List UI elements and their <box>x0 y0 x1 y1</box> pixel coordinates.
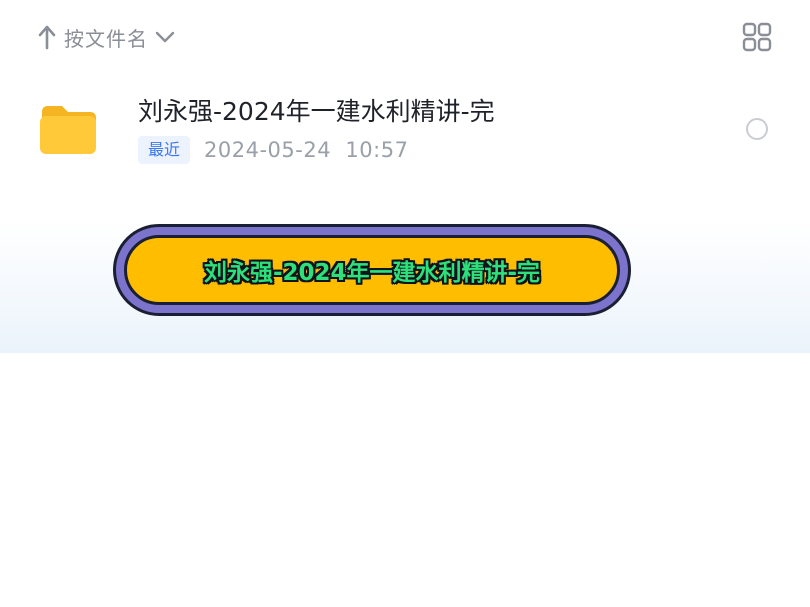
title-banner: 刘永强-2024年一建水利精讲-完 <box>113 224 631 316</box>
sort-label: 按文件名 <box>64 26 148 51</box>
title-banner-inner: 刘永强-2024年一建水利精讲-完 <box>124 235 620 305</box>
file-meta: 最近 2024-05-24 10:57 <box>138 136 408 164</box>
recent-badge: 最近 <box>138 136 191 164</box>
grid-view-icon[interactable] <box>740 20 774 54</box>
arrow-up-icon <box>36 24 58 50</box>
file-browser: 按文件名 刘永强-2024年一建水利精讲-完 最近 2024-05-24 10:… <box>0 0 810 607</box>
file-modified-time: 2024-05-24 10:57 <box>204 138 409 162</box>
file-list-item[interactable]: 刘永强-2024年一建水利精讲-完 最近 2024-05-24 10:57 <box>0 82 810 178</box>
chevron-down-icon <box>154 26 176 48</box>
file-name: 刘永强-2024年一建水利精讲-完 <box>138 97 495 126</box>
sort-by-name-button[interactable]: 按文件名 <box>36 20 176 54</box>
select-radio[interactable] <box>746 118 768 140</box>
folder-icon <box>38 102 98 156</box>
banner-text: 刘永强-2024年一建水利精讲-完 <box>203 260 541 286</box>
